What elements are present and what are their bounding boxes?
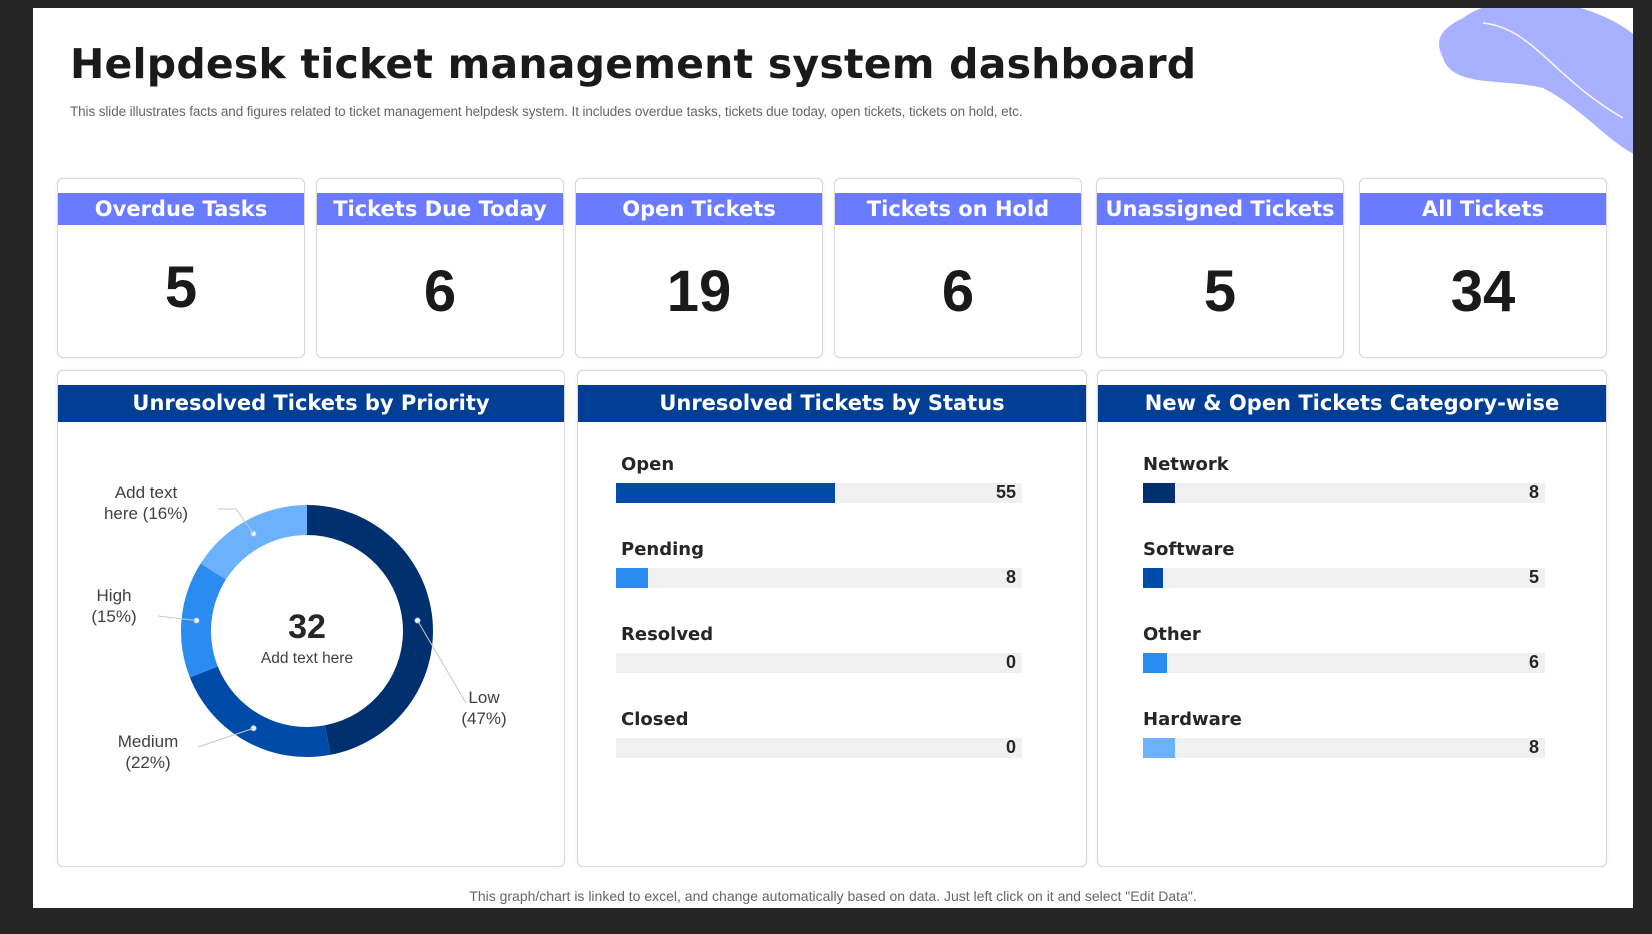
kpi-card-unassigned-tickets: Unassigned Tickets 5 bbox=[1096, 178, 1344, 358]
bar-value: 0 bbox=[1005, 652, 1016, 672]
kpi-value: 5 bbox=[1203, 259, 1237, 324]
bar-value: 55 bbox=[995, 482, 1016, 502]
bar-track bbox=[1143, 568, 1545, 588]
bar-value: 6 bbox=[1528, 652, 1539, 672]
kpi-card-all-tickets: All Tickets 34 bbox=[1359, 178, 1607, 358]
bar-value: 8 bbox=[1005, 567, 1016, 587]
bar-label: Open bbox=[621, 454, 675, 475]
bar-track bbox=[616, 738, 1022, 758]
kpi-label: All Tickets bbox=[1360, 193, 1606, 225]
kpi-card-tickets-on-hold: Tickets on Hold 6 bbox=[834, 178, 1082, 358]
bar-track bbox=[616, 568, 1022, 588]
bar-fill[interactable] bbox=[1143, 483, 1176, 503]
page-title: Helpdesk ticket management system dashbo… bbox=[70, 40, 1197, 88]
donut-center-value: 32 bbox=[288, 608, 326, 646]
bar-track bbox=[616, 483, 1022, 503]
kpi-label: Open Tickets bbox=[576, 193, 822, 225]
footnote: This graph/chart is linked to excel, and… bbox=[469, 888, 1197, 904]
bar-label: Other bbox=[1143, 624, 1201, 645]
bar-track bbox=[1143, 738, 1545, 758]
kpi-value: 34 bbox=[1450, 259, 1516, 324]
bar-label: Hardware bbox=[1143, 709, 1242, 730]
bar-label: Software bbox=[1143, 539, 1235, 560]
bar-track bbox=[1143, 483, 1545, 503]
kpi-value: 6 bbox=[423, 259, 457, 324]
kpi-value: 19 bbox=[666, 259, 732, 324]
bar-fill[interactable] bbox=[1143, 653, 1168, 673]
bar-value: 8 bbox=[1528, 737, 1539, 757]
kpi-card-overdue-tasks: Overdue Tasks 5 bbox=[57, 178, 305, 358]
leader-dot bbox=[414, 617, 421, 624]
donut-slice-label: High (15%) bbox=[91, 586, 136, 626]
bar-fill[interactable] bbox=[1143, 568, 1164, 588]
kpi-value: 5 bbox=[164, 255, 198, 320]
kpi-label: Tickets on Hold bbox=[835, 193, 1081, 225]
page-subtitle: This slide illustrates facts and figures… bbox=[70, 104, 1023, 119]
kpi-card-open-tickets: Open Tickets 19 bbox=[575, 178, 823, 358]
panel-status: Unresolved Tickets by Status Open 55 Pendi… bbox=[577, 370, 1087, 867]
donut-chart: Low (47%) Medium (22%) High (15%) Add text here… bbox=[91, 483, 506, 772]
bar-label: Network bbox=[1143, 454, 1229, 475]
kpi-label: Unassigned Tickets bbox=[1097, 193, 1343, 225]
panel-title: Unresolved Tickets by Status bbox=[578, 385, 1086, 422]
bar-fill[interactable] bbox=[616, 483, 836, 503]
bar-fill[interactable] bbox=[616, 568, 649, 588]
donut-slice[interactable] bbox=[200, 505, 307, 580]
donut-slice[interactable] bbox=[181, 563, 226, 678]
donut-slice[interactable] bbox=[189, 666, 331, 757]
bar-value: 5 bbox=[1528, 567, 1539, 587]
bar-value: 0 bbox=[1005, 737, 1016, 757]
kpi-value: 6 bbox=[941, 259, 975, 324]
donut-slice-label: Add text here (16%) bbox=[104, 483, 188, 523]
kpi-card-tickets-due-today: Tickets Due Today 6 bbox=[316, 178, 564, 358]
donut-center-text: Add text here bbox=[261, 650, 353, 667]
bar-track bbox=[1143, 653, 1545, 673]
bar-label: Pending bbox=[621, 539, 704, 560]
bar-fill[interactable] bbox=[1143, 738, 1176, 758]
kpi-label: Tickets Due Today bbox=[317, 193, 563, 225]
decorative-blob bbox=[1439, 8, 1633, 154]
donut-slice-label: Low (47%) bbox=[461, 688, 506, 728]
panel-title: New & Open Tickets Category-wise bbox=[1098, 385, 1606, 422]
kpi-label: Overdue Tasks bbox=[58, 193, 304, 225]
bar-track bbox=[616, 653, 1022, 673]
bar-value: 8 bbox=[1528, 482, 1539, 502]
slide: Helpdesk ticket management system dashbo… bbox=[33, 8, 1633, 908]
panel-priority: Unresolved Tickets by Priority Low (47%) M… bbox=[57, 370, 565, 867]
bar-label: Closed bbox=[621, 709, 689, 730]
bar-label: Resolved bbox=[621, 624, 714, 645]
donut-slice-label: Medium (22%) bbox=[118, 732, 178, 772]
panel-category: New & Open Tickets Category-wise Network… bbox=[1097, 370, 1607, 867]
